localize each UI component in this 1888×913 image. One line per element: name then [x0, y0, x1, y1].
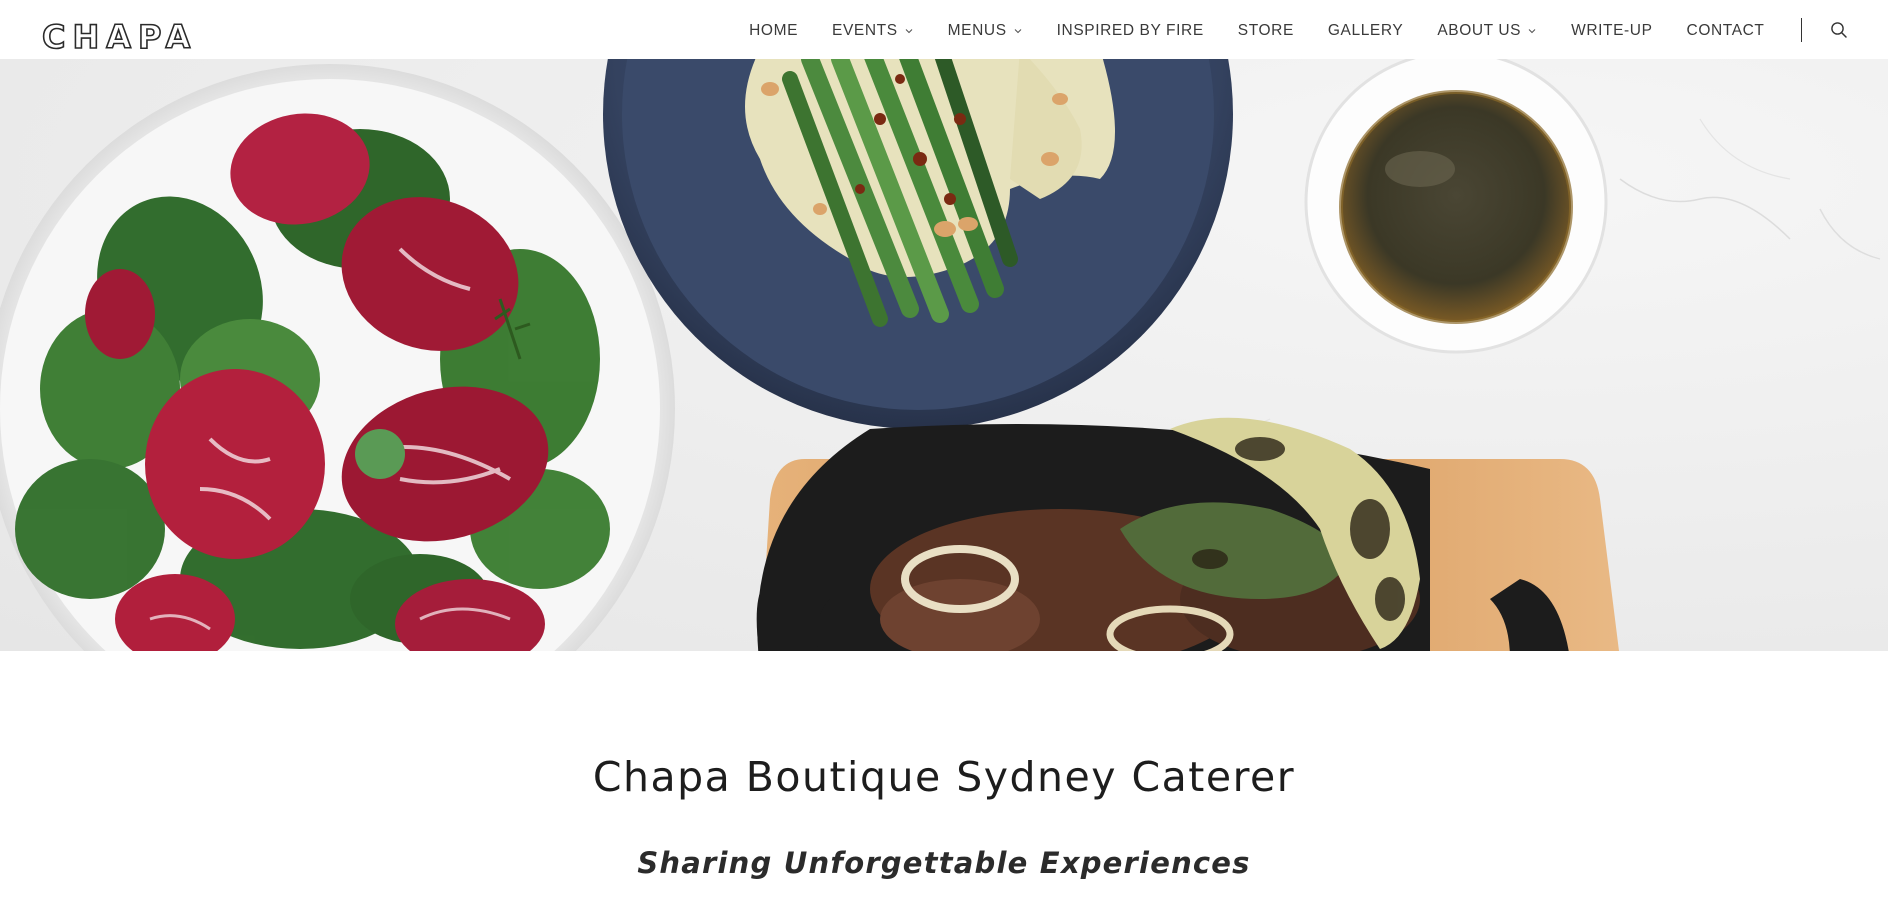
- chevron-down-icon: [1014, 28, 1022, 33]
- nav-label-home: HOME: [749, 21, 799, 39]
- nav-item-gallery[interactable]: GALLERY: [1328, 20, 1403, 40]
- search-button[interactable]: [1828, 19, 1850, 41]
- page-subtitle: Sharing Unforgettable Experiences: [637, 846, 1251, 880]
- nav-item-write-up[interactable]: WRITE-UP: [1571, 20, 1652, 40]
- nav-item-home[interactable]: HOME: [749, 20, 798, 40]
- chevron-down-icon: [1528, 28, 1536, 33]
- nav-label-about-us: ABOUT US: [1437, 21, 1522, 39]
- main-nav: HOME EVENTS MENUS INSPIRED BY FIRE STORE…: [749, 0, 1888, 59]
- chapa-logo[interactable]: CHAPA: [41, 18, 198, 56]
- nav-label-events: EVENTS: [832, 21, 898, 39]
- nav-item-menus[interactable]: MENUS: [948, 20, 1023, 40]
- nav-label-store: STORE: [1237, 21, 1294, 39]
- site-header: CHAPA HOME EVENTS MENUS INSPIRED BY FIRE…: [0, 0, 1888, 59]
- nav-label-menus: MENUS: [947, 21, 1007, 39]
- nav-item-store[interactable]: STORE: [1238, 20, 1294, 40]
- nav-item-contact[interactable]: CONTACT: [1687, 20, 1765, 40]
- nav-item-about-us[interactable]: ABOUT US: [1437, 20, 1537, 40]
- nav-label-contact: CONTACT: [1686, 21, 1765, 39]
- nav-item-events[interactable]: EVENTS: [832, 20, 914, 40]
- nav-item-inspired-by-fire[interactable]: INSPIRED BY FIRE: [1057, 20, 1204, 40]
- logo-text: CHAPA: [41, 18, 198, 56]
- nav-label-inspired-by-fire: INSPIRED BY FIRE: [1056, 21, 1204, 39]
- nav-divider: [1800, 17, 1802, 42]
- hero-image: [0, 59, 1888, 651]
- page-title: Chapa Boutique Sydney Caterer: [592, 753, 1296, 801]
- search-icon: [1831, 21, 1847, 38]
- nav-label-gallery: GALLERY: [1327, 21, 1404, 39]
- food-spread-illustration: [0, 59, 1881, 651]
- nav-label-write-up: WRITE-UP: [1571, 21, 1653, 39]
- chevron-down-icon: [905, 28, 913, 33]
